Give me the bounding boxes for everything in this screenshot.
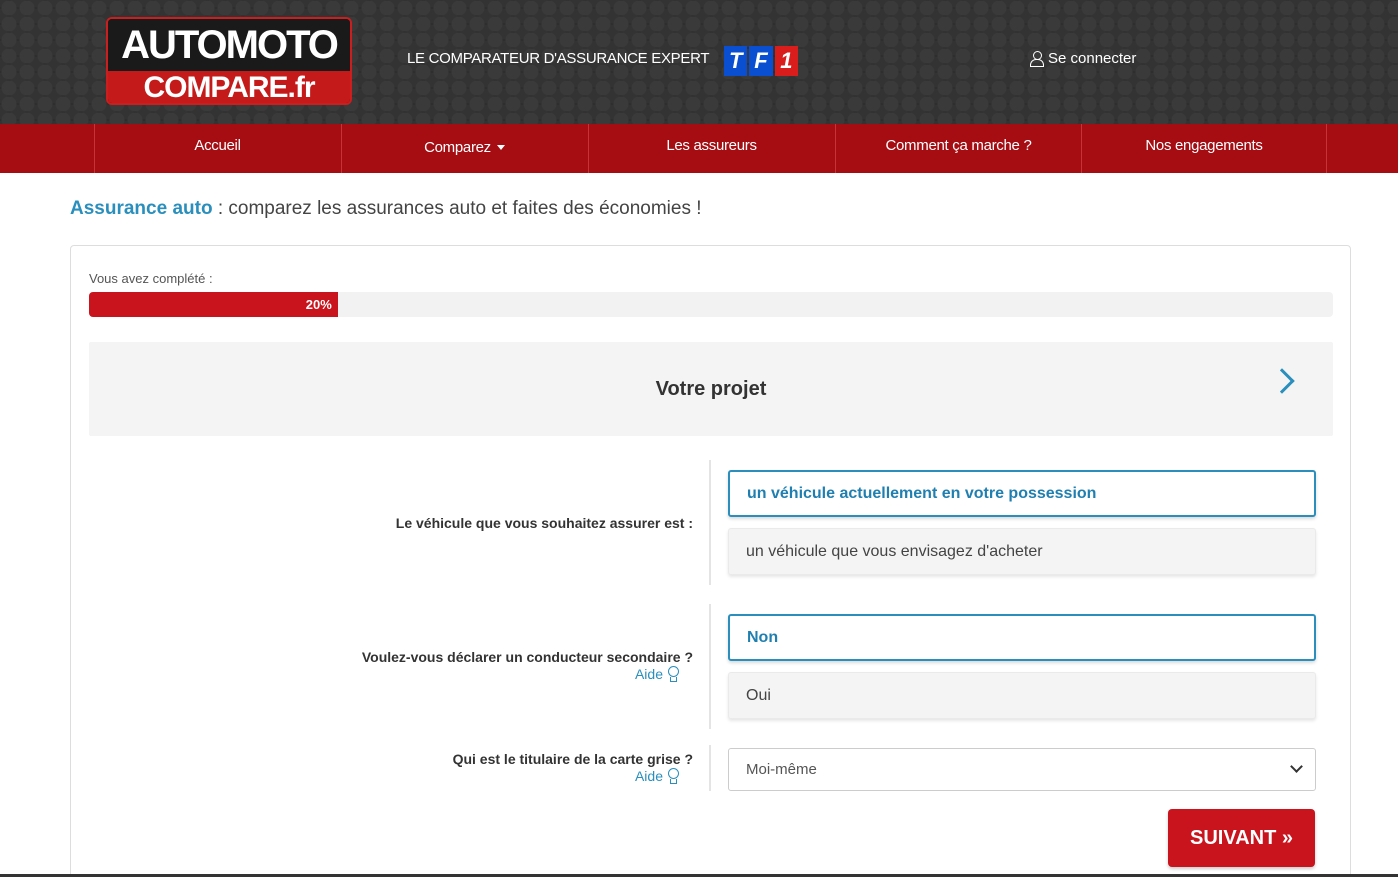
page-title-rest: : comparez les assurances auto et faites… xyxy=(212,198,702,219)
question-label: Qui est le titulaire de la carte grise ? xyxy=(452,751,693,767)
nav-item-label: Les assureurs xyxy=(666,137,757,154)
progress-label: Vous avez complété : xyxy=(89,271,213,286)
nav-item-label: Nos engagements xyxy=(1145,137,1263,154)
page-title-highlight: Assurance auto xyxy=(70,198,213,219)
tf1-logo: T F 1 xyxy=(724,46,798,76)
user-icon xyxy=(1030,50,1044,67)
nav-item-accueil[interactable]: Accueil xyxy=(94,124,340,173)
help-label: Aide xyxy=(634,768,663,784)
site-header: AUTOMOTO COMPARE.fr LE COMPARATEUR D'ASS… xyxy=(0,0,1398,124)
tf1-letter: 1 xyxy=(774,46,798,76)
help-label: Aide xyxy=(634,666,663,682)
section-header[interactable]: Votre projet xyxy=(89,342,1333,436)
tf1-letter: T xyxy=(724,46,748,76)
question-label: Le véhicule que vous souhaitez assurer e… xyxy=(395,515,693,531)
section-title: Votre projet xyxy=(655,378,767,400)
question-divider xyxy=(709,604,711,729)
tf1-letter: F xyxy=(749,46,773,76)
logo-bottom-text: COMPARE.fr xyxy=(108,71,350,103)
login-label: Se connecter xyxy=(1048,50,1137,67)
page-title: Assurance auto : comparez les assurances… xyxy=(70,198,702,220)
logo-top-text: AUTOMOTO xyxy=(108,19,350,71)
caret-down-icon xyxy=(496,145,505,150)
question-divider xyxy=(709,745,711,791)
option-oui[interactable]: Oui xyxy=(728,672,1316,719)
help-link[interactable]: Aide xyxy=(635,665,681,683)
site-logo[interactable]: AUTOMOTO COMPARE.fr xyxy=(106,17,352,105)
progress-bar: 20% xyxy=(89,292,1333,317)
nav-item-label: Accueil xyxy=(194,137,241,154)
question-divider xyxy=(709,460,711,585)
select-value: Moi-même xyxy=(746,761,817,778)
login-link[interactable]: Se connecter xyxy=(1030,50,1136,67)
option-possession[interactable]: un véhicule actuellement en votre posses… xyxy=(728,470,1316,517)
nav-item-comment[interactable]: Comment ça marche ? xyxy=(835,124,1081,173)
lightbulb-icon xyxy=(665,665,681,683)
titulaire-select[interactable]: Moi-même xyxy=(728,748,1316,791)
nav-item-comparez[interactable]: Comparez xyxy=(341,124,587,173)
next-button[interactable]: SUIVANT » xyxy=(1168,809,1315,867)
question-label: Voulez-vous déclarer un conducteur secon… xyxy=(361,649,693,665)
nav-item-engagements[interactable]: Nos engagements xyxy=(1081,124,1327,173)
progress-fill: 20% xyxy=(89,292,338,317)
tagline: LE COMPARATEUR D'ASSURANCE EXPERT xyxy=(407,50,710,67)
nav-item-assureurs[interactable]: Les assureurs xyxy=(588,124,834,173)
progress-value: 20% xyxy=(305,297,332,312)
nav-item-label: Comparez xyxy=(424,139,491,156)
main-nav: Accueil Comparez Les assureurs Comment ç… xyxy=(0,124,1398,173)
nav-item-label: Comment ça marche ? xyxy=(885,137,1032,154)
lightbulb-icon xyxy=(665,767,681,785)
chevron-down-icon xyxy=(1290,760,1303,773)
help-link[interactable]: Aide xyxy=(635,767,681,785)
option-non[interactable]: Non xyxy=(728,614,1316,661)
option-acheter[interactable]: un véhicule que vous envisagez d'acheter xyxy=(728,528,1316,575)
